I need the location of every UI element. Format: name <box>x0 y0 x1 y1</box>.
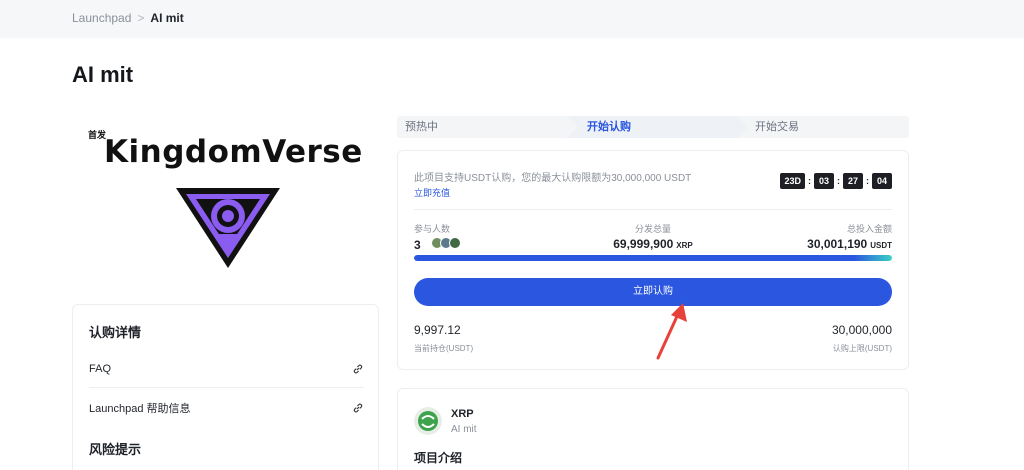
emblem-icon <box>176 188 280 268</box>
countdown-colon: : <box>837 176 840 186</box>
progress-fill <box>414 255 892 261</box>
breadcrumb: Launchpad > AI mit <box>72 11 184 25</box>
recharge-link[interactable]: 立即充值 <box>414 186 450 199</box>
countdown-hours: 03 <box>814 173 834 189</box>
project-logo: 首发 KingdomVerse <box>72 120 378 280</box>
project-intro-title: 项目介绍 <box>414 451 463 465</box>
token-subtitle: AI mit <box>451 424 477 435</box>
subscription-details-card: 认购详情 FAQ Launchpad 帮助信息 风险提示 <box>72 304 379 470</box>
stage-trading: 开始交易 <box>737 116 909 138</box>
divider <box>414 209 892 210</box>
project-card: XRP AI mit 项目介绍 <box>397 388 909 470</box>
total-supply-label: 分发总量 <box>634 224 671 234</box>
stage-subscribe-label: 开始认购 <box>587 121 631 133</box>
stage-warmup: 预热中 <box>397 116 578 138</box>
breadcrumb-launchpad-link[interactable]: Launchpad <box>72 11 131 25</box>
link-icon[interactable] <box>352 363 364 375</box>
countdown-colon: : <box>808 176 811 186</box>
stage-warmup-label: 预热中 <box>405 121 438 133</box>
total-supply-amount: 69,999,900 <box>613 237 674 251</box>
stage-chevron <box>737 116 748 138</box>
countdown-days: 23D <box>780 173 805 189</box>
details-title: 认购详情 <box>89 325 142 340</box>
countdown-seconds: 04 <box>872 173 892 189</box>
current-holding-value: 9,997.12 <box>414 323 461 337</box>
breadcrumb-current: AI mit <box>150 11 184 25</box>
stage-progress: 预热中 开始认购 开始交易 <box>397 116 909 138</box>
total-invested-value: 30,001,190 USDT <box>807 237 892 251</box>
help-label: Launchpad 帮助信息 <box>89 403 191 415</box>
subscription-description: 此项目支持USDT认购，您的最大认购限额为30,000,000 USDT <box>414 173 692 184</box>
page-title: AI mit <box>72 62 134 87</box>
brand-logo-text: KingdomVerse <box>104 134 363 170</box>
total-invested-label: 总投入金额 <box>846 224 892 234</box>
top-bar: Launchpad > AI mit <box>0 0 1024 38</box>
countdown-minutes: 27 <box>843 173 863 189</box>
launchpad-help-row[interactable]: Launchpad 帮助信息 <box>89 389 364 427</box>
faq-label: FAQ <box>89 362 112 375</box>
token-name: XRP <box>451 408 474 420</box>
red-arrow-annotation <box>656 303 687 360</box>
subscription-progress-bar <box>414 255 892 261</box>
total-supply-unit: XRP <box>676 241 693 250</box>
total-invested-amount: 30,001,190 <box>807 237 868 251</box>
countdown-timer: 23D : 03 : 27 : 04 <box>780 173 892 189</box>
faq-row[interactable]: FAQ <box>89 350 364 388</box>
risk-title: 风险提示 <box>89 442 142 457</box>
stage-subscribe-active: 开始认购 <box>567 116 748 138</box>
total-invested-unit: USDT <box>870 241 892 250</box>
countdown-colon: : <box>866 176 869 186</box>
xrp-token-icon <box>414 407 442 435</box>
subscribe-limit-value: 30,000,000 <box>831 323 892 337</box>
current-holding-label: 当前持仓(USDT) <box>414 344 474 353</box>
subscribe-limit-label: 认购上限(USDT) <box>832 344 892 353</box>
stage-trading-label: 开始交易 <box>755 121 799 133</box>
link-icon[interactable] <box>352 402 364 414</box>
breadcrumb-separator: > <box>137 11 145 25</box>
stage-chevron <box>567 116 578 138</box>
